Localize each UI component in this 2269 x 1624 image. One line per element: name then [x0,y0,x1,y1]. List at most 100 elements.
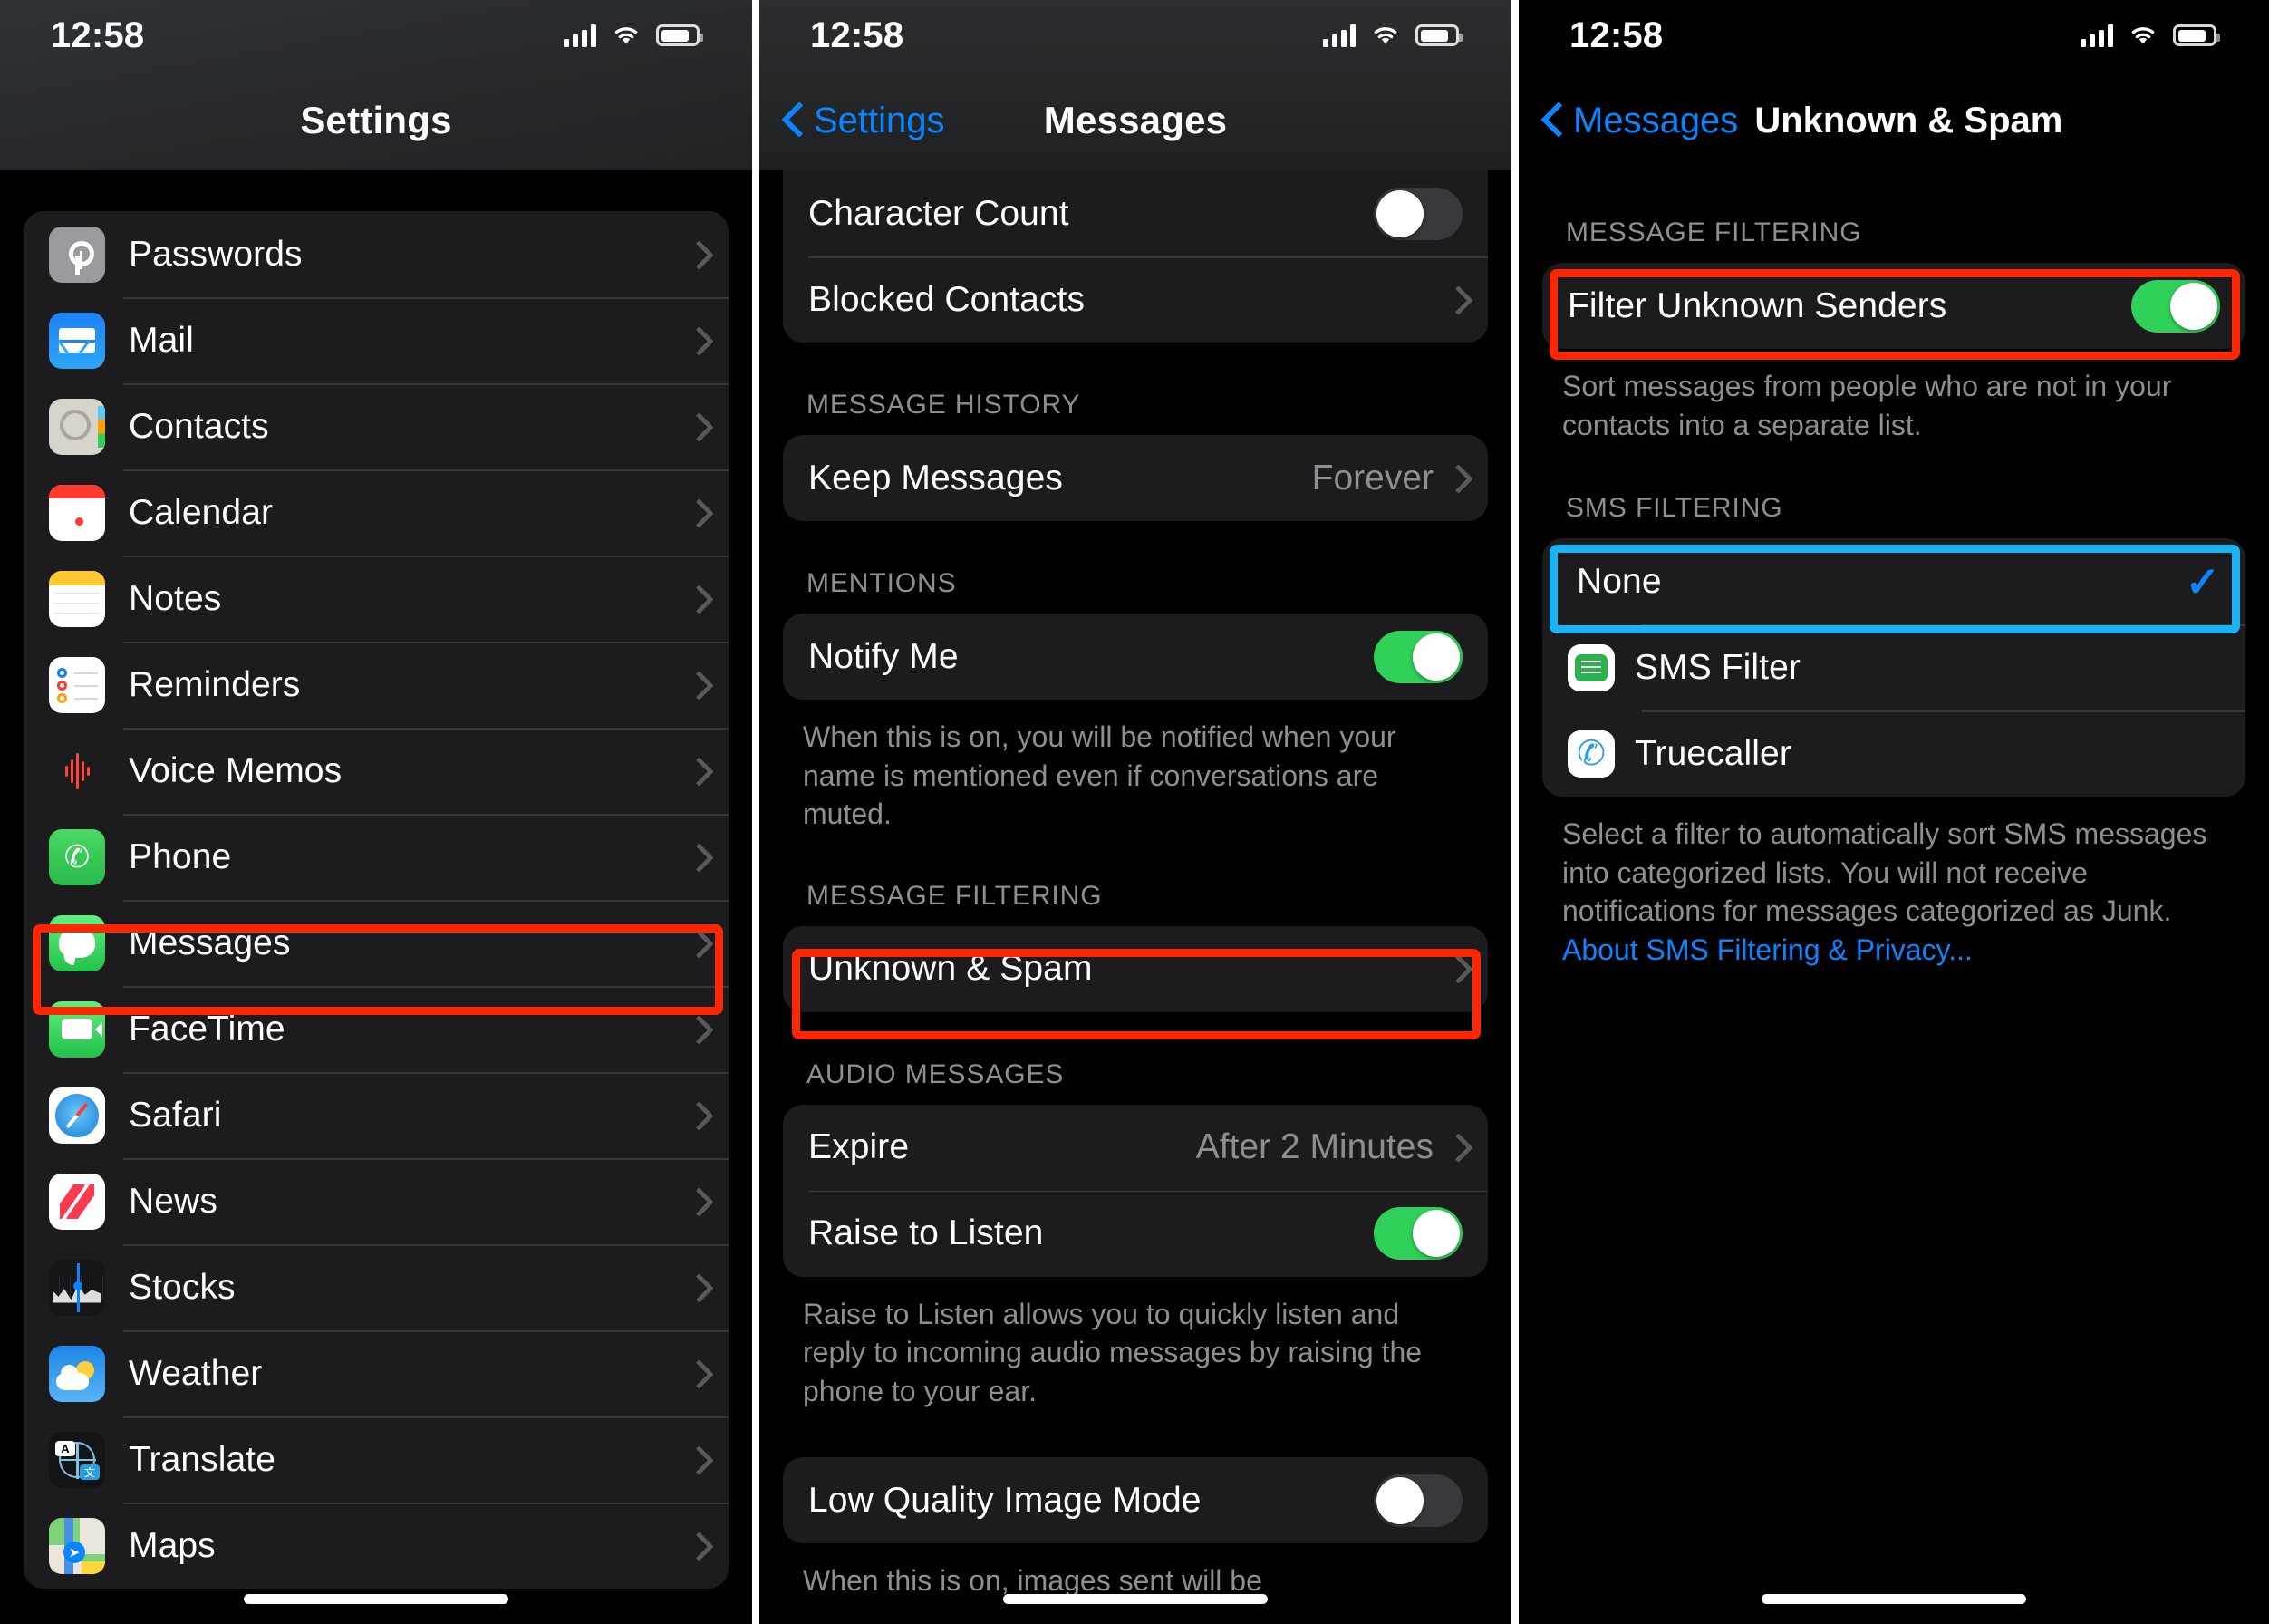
row-low-quality-image-mode[interactable]: Low Quality Image Mode [783,1457,1488,1543]
sidebar-item-messages[interactable]: Messages [24,900,729,986]
sidebar-item-stocks[interactable]: Stocks [24,1244,729,1330]
row-value: Forever [1311,458,1434,498]
row-unknown-and-spam[interactable]: Unknown & Spam [783,926,1488,1012]
sidebar-item-facetime[interactable]: FaceTime [24,986,729,1072]
status-time: 12:58 [1569,14,1664,55]
row-label: Notify Me [808,636,959,676]
footer-sms-filtering-text: Select a filter to automatically sort SM… [1562,817,2207,928]
row-label: Blocked Contacts [808,279,1086,319]
sidebar-item-calendar[interactable]: Calendar [24,469,729,556]
three-panel-screenshot: 12:58 Settings Passwords Mail Contacts C… [0,0,2269,1624]
sidebar-item-label: Phone [129,836,232,876]
panel3-list-scroll[interactable]: MESSAGE FILTERING Filter Unknown Senders… [1519,161,2269,1624]
panel-unknown-and-spam: 12:58 Messages Unknown & Spam MESSAGE FI… [1519,0,2269,1624]
panel2-status-bar: 12:58 [759,0,1511,71]
group-message-filtering: Filter Unknown Senders [1542,263,2245,349]
panel2-nav-row: Settings Messages [759,71,1511,170]
sidebar-item-label: Safari [129,1095,222,1135]
reminders-icon [49,656,105,713]
filter-unknown-senders-toggle[interactable] [2131,279,2220,333]
panel-settings: 12:58 Settings Passwords Mail Contacts C… [0,0,752,1624]
row-label: Unknown & Spam [808,949,1093,989]
voice-memos-icon [49,742,105,799]
chevron-right-icon [689,931,703,956]
row-value: After 2 Minutes [1195,1127,1434,1167]
page-title: Unknown & Spam [1754,100,2063,140]
sidebar-item-passwords[interactable]: Passwords [24,211,729,297]
sidebar-item-notes[interactable]: Notes [24,556,729,642]
section-header-message-filtering: MESSAGE FILTERING [806,880,1103,911]
truecaller-app-icon: ✆ [1568,730,1615,778]
raise-to-listen-toggle[interactable] [1374,1207,1463,1261]
chevron-right-icon [689,242,703,267]
sidebar-item-label: FaceTime [129,1009,285,1049]
sidebar-item-label: Notes [129,578,222,618]
chevron-right-icon [689,1533,703,1559]
wifi-icon [2131,27,2155,44]
about-sms-filtering-privacy-link[interactable]: About SMS Filtering & Privacy... [1562,933,1973,966]
calendar-icon [49,484,105,541]
status-indicators [1323,24,1463,47]
battery-icon [1415,24,1463,46]
row-label: Low Quality Image Mode [808,1480,1202,1520]
chevron-right-icon [689,1361,703,1387]
group-mentions: Notify Me [783,614,1488,700]
row-label: Truecaller [1635,733,1791,773]
panel2-list-scroll[interactable]: Character Count Blocked Contacts MESSAGE… [759,170,1511,1624]
panel3-status-bar: 12:58 [1519,0,2269,71]
facetime-icon [49,1000,105,1058]
panel-divider [752,0,759,1624]
chevron-right-icon [689,1103,703,1128]
character-count-toggle[interactable] [1374,187,1463,240]
sidebar-item-news[interactable]: News [24,1158,729,1244]
sidebar-item-maps[interactable]: ➤ Maps [24,1503,729,1589]
row-label: Filter Unknown Senders [1568,285,1947,325]
footer-low-quality-image: When this is on, images sent will be [803,1564,1262,1598]
notify-me-toggle[interactable] [1374,630,1463,683]
phone-icon: ✆ [49,828,105,885]
wifi-icon [614,27,638,44]
group-sms-filtering: None ✓ SMS Filter ✆ Truecaller [1542,538,2245,798]
sidebar-item-phone[interactable]: ✆ Phone [24,814,729,900]
row-notify-me[interactable]: Notify Me [783,614,1488,700]
low-quality-image-toggle[interactable] [1374,1474,1463,1527]
passwords-icon [49,226,105,283]
panel1-list-scroll[interactable]: Passwords Mail Contacts Calendar Notes R… [0,170,752,1624]
row-raise-to-listen[interactable]: Raise to Listen [783,1190,1488,1277]
back-button-label: Messages [1573,100,1739,140]
translate-icon: A文 [49,1431,105,1488]
sidebar-item-safari[interactable]: Safari [24,1072,729,1158]
row-sms-filter-none[interactable]: None ✓ [1542,538,2245,624]
row-blocked-contacts[interactable]: Blocked Contacts [783,256,1488,343]
sidebar-item-translate[interactable]: A文 Translate [24,1416,729,1503]
chevron-right-icon [689,672,703,698]
row-expire[interactable]: Expire After 2 Minutes [783,1105,1488,1191]
home-indicator [1762,1594,2026,1604]
sidebar-item-label: Contacts [129,406,269,446]
panel3-nav-inline: Messages Unknown & Spam [1519,101,2062,141]
chevron-right-icon [689,500,703,526]
row-character-count[interactable]: Character Count [783,170,1488,256]
chevron-left-icon [1542,103,1562,138]
row-filter-unknown-senders[interactable]: Filter Unknown Senders [1542,263,2245,349]
section-header-message-filtering: MESSAGE FILTERING [1566,218,1862,247]
chevron-right-icon [689,328,703,353]
sidebar-item-label: News [129,1181,217,1221]
sidebar-item-mail[interactable]: Mail [24,297,729,383]
footer-audio-messages: Raise to Listen allows you to quickly li… [803,1297,1423,1407]
sidebar-item-contacts[interactable]: Contacts [24,383,729,469]
row-truecaller[interactable]: ✆ Truecaller [1542,710,2245,797]
chevron-right-icon [689,1275,703,1300]
sidebar-item-weather[interactable]: Weather [24,1330,729,1416]
row-sms-filter-app[interactable]: SMS Filter [1542,624,2245,710]
row-keep-messages[interactable]: Keep Messages Forever [783,435,1488,521]
sidebar-item-label: Messages [129,923,291,962]
back-button-messages[interactable]: Messages [1542,101,1738,141]
chevron-right-icon [1448,466,1463,491]
checkmark-icon: ✓ [2185,557,2220,605]
sidebar-item-reminders[interactable]: Reminders [24,642,729,728]
sidebar-item-voice-memos[interactable]: Voice Memos [24,728,729,814]
sidebar-item-label: Mail [129,320,194,360]
chevron-right-icon [689,1447,703,1473]
group-message-history: Keep Messages Forever [783,435,1488,521]
